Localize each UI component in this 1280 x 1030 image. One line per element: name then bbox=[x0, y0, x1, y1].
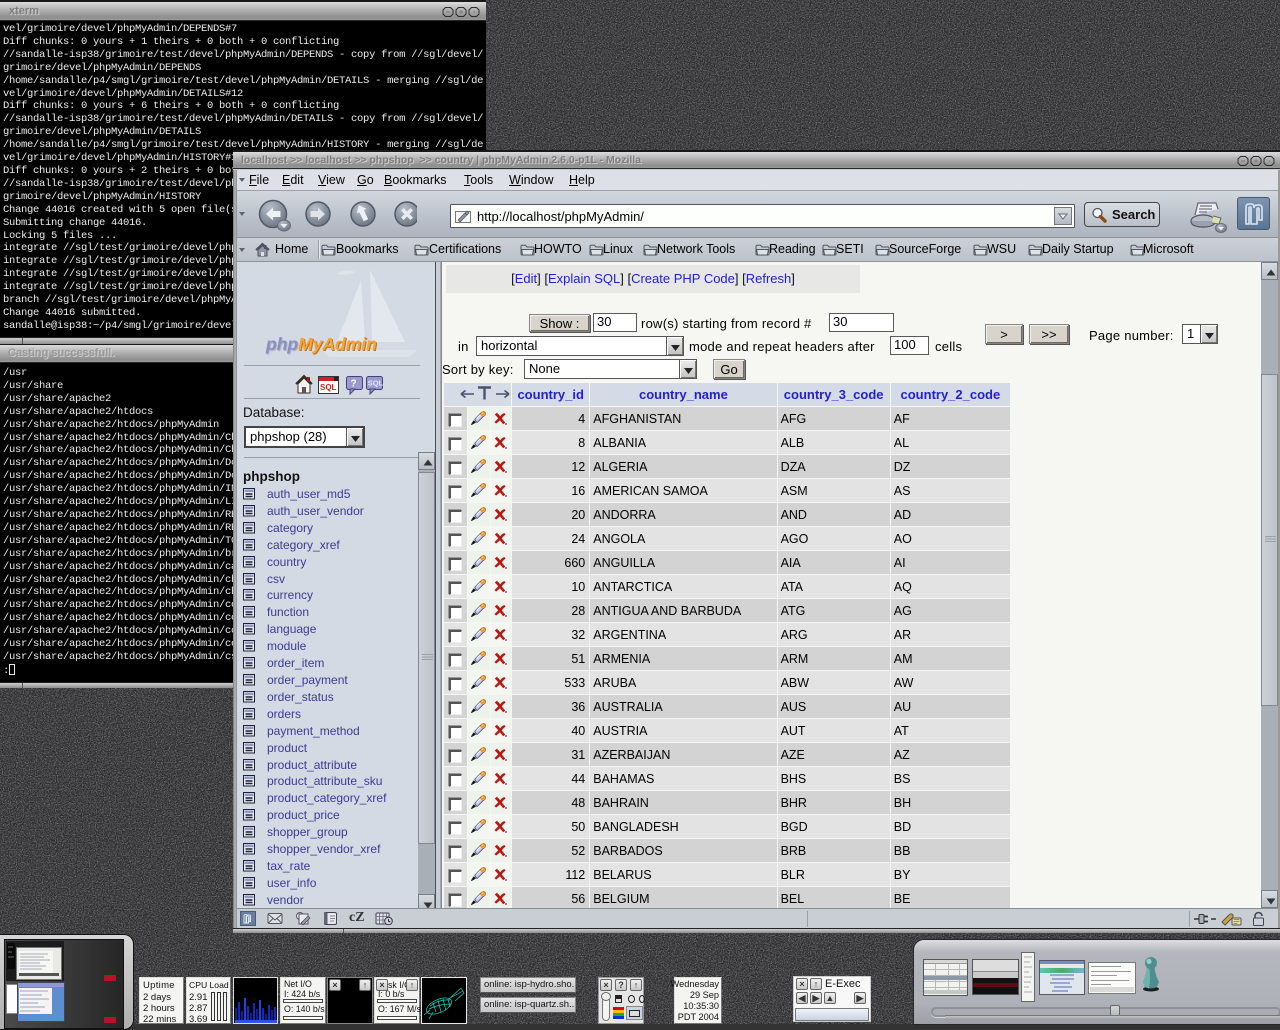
svg-text:SQL: SQL bbox=[320, 383, 337, 392]
svg-text:SQL: SQL bbox=[368, 379, 384, 388]
svg-text:?: ? bbox=[351, 379, 357, 390]
